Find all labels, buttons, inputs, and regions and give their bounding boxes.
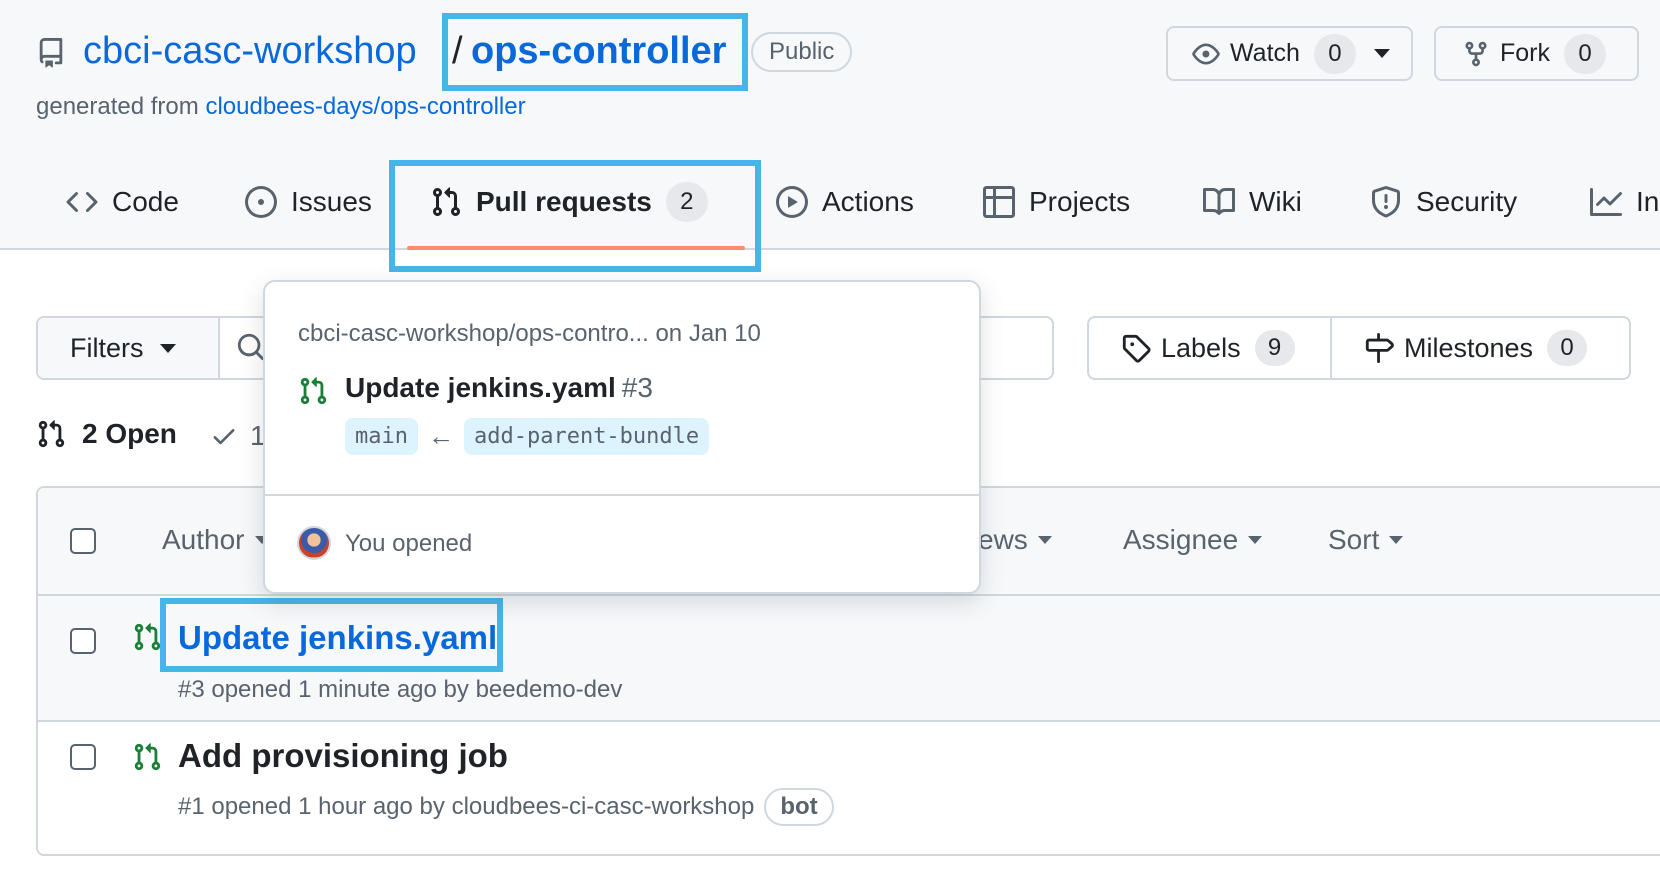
open-prs-tab[interactable]: 2 Open: [36, 418, 177, 450]
visibility-badge: Public: [751, 32, 853, 72]
author-filter[interactable]: Author: [162, 524, 269, 556]
tab-projects-label: Projects: [1029, 186, 1131, 217]
pr-meta: #3 opened 1 minute ago by beedemo-dev: [178, 676, 622, 704]
repo-icon: [39, 38, 63, 68]
check-icon: [213, 429, 235, 445]
assignee-filter-label: Assignee: [1123, 524, 1239, 555]
hovercard-footer: You opened: [345, 530, 473, 557]
tab-projects[interactable]: Projects: [983, 176, 1130, 228]
hovercard-divider: [265, 494, 979, 496]
tab-issues[interactable]: Issues: [245, 176, 372, 228]
avatar: [297, 526, 331, 560]
chevron-down-icon: [1037, 536, 1052, 544]
highlight-box-repo-name: [442, 13, 748, 91]
open-pull-request-icon: [300, 377, 327, 405]
eye-icon: [1192, 43, 1220, 64]
table-row: Add provisioning job #1 opened 1 hour ag…: [38, 724, 1660, 850]
tab-security[interactable]: Security: [1370, 176, 1517, 228]
fork-count: 0: [1564, 33, 1606, 74]
tag-icon: [1122, 334, 1151, 363]
open-pull-request-icon: [134, 623, 161, 651]
arrow-left-icon: ←: [427, 421, 454, 451]
labels-milestones-group: Labels 9 Milestones 0: [1087, 316, 1631, 380]
watch-button[interactable]: Watch 0: [1166, 26, 1413, 81]
closed-prs-tab[interactable]: 1: [210, 420, 266, 452]
fork-button[interactable]: Fork 0: [1434, 26, 1639, 81]
tab-wiki[interactable]: Wiki: [1203, 176, 1302, 228]
author-filter-label: Author: [162, 524, 245, 555]
tab-wiki-label: Wiki: [1249, 186, 1302, 217]
chevron-down-icon: [1389, 536, 1404, 544]
milestone-icon: [1365, 333, 1394, 363]
select-all-checkbox[interactable]: [70, 528, 96, 554]
row-checkbox[interactable]: [70, 628, 96, 654]
fork-label: Fork: [1500, 39, 1550, 67]
repo-owner-link[interactable]: cbci-casc-workshop: [83, 26, 417, 76]
hovercard-repo-line: cbci-casc-workshop/ops-contro... on Jan …: [298, 320, 761, 347]
generated-from-label: generated from: [36, 93, 199, 120]
highlight-box-pull-requests-tab: [389, 160, 761, 272]
watch-label: Watch: [1230, 39, 1300, 67]
base-branch[interactable]: main: [345, 418, 418, 455]
code-icon: [66, 191, 98, 213]
hovercard-title[interactable]: Update jenkins.yaml #3: [345, 372, 653, 404]
milestones-count: 0: [1547, 330, 1588, 366]
tab-insights[interactable]: In: [1590, 176, 1659, 228]
search-icon: [237, 333, 265, 361]
watch-count: 0: [1313, 33, 1356, 74]
branch-refs: main ← add-parent-bundle: [345, 418, 710, 455]
chevron-down-icon: [1248, 536, 1263, 544]
hovercard-title-text: Update jenkins.yaml: [345, 372, 616, 403]
tab-code[interactable]: Code: [66, 176, 179, 228]
pr-meta-text: #3 opened 1 minute ago by beedemo-dev: [178, 676, 623, 703]
book-icon: [1203, 187, 1235, 215]
shield-icon: [1372, 186, 1400, 218]
pull-request-icon: [38, 420, 65, 448]
tab-insights-label: In: [1636, 186, 1660, 217]
head-branch[interactable]: add-parent-bundle: [463, 418, 710, 455]
labels-label: Labels: [1161, 332, 1241, 363]
milestones-label: Milestones: [1404, 332, 1534, 363]
tab-code-label: Code: [112, 186, 179, 217]
fork-icon: [1465, 41, 1487, 66]
pr-title-link[interactable]: Add provisioning job: [178, 734, 508, 778]
milestones-button[interactable]: Milestones 0: [1332, 318, 1629, 378]
tab-security-label: Security: [1416, 186, 1518, 217]
generated-from: generated from cloudbees-days/ops-contro…: [36, 92, 526, 122]
reviews-filter-label: ews: [978, 524, 1028, 555]
tab-actions-label: Actions: [822, 186, 914, 217]
highlight-box-pr-title: [160, 598, 503, 672]
tab-actions[interactable]: Actions: [776, 176, 914, 228]
reviews-filter[interactable]: ews: [978, 524, 1052, 556]
assignee-filter[interactable]: Assignee: [1123, 524, 1263, 556]
pr-meta-text: #1 opened 1 hour ago by cloudbees-ci-cas…: [178, 793, 755, 820]
graph-icon: [1590, 188, 1622, 216]
tab-issues-label: Issues: [291, 186, 372, 217]
labels-count: 9: [1254, 330, 1295, 366]
play-icon: [776, 186, 808, 218]
open-pull-request-icon: [134, 743, 161, 771]
pr-hovercard: cbci-casc-workshop/ops-contro... on Jan …: [263, 280, 981, 594]
issue-icon: [245, 186, 277, 218]
row-checkbox[interactable]: [70, 744, 96, 770]
repo-header: cbci-casc-workshop / ops-controller Publ…: [0, 0, 1660, 272]
pr-meta: #1 opened 1 hour ago by cloudbees-ci-cas…: [178, 788, 834, 826]
open-count-label: 2 Open: [82, 418, 177, 449]
filters-label: Filters: [70, 332, 144, 363]
bot-badge: bot: [764, 788, 834, 826]
labels-button[interactable]: Labels 9: [1089, 318, 1332, 378]
table-icon: [983, 186, 1015, 218]
chevron-down-icon[interactable]: [1373, 49, 1390, 58]
template-repo-link[interactable]: cloudbees-days/ops-controller: [205, 93, 525, 120]
sort-label: Sort: [1328, 524, 1380, 555]
filters-button[interactable]: Filters: [38, 318, 220, 378]
chevron-down-icon: [159, 343, 176, 353]
hovercard-pr-number: #3: [621, 372, 653, 403]
sort-dropdown[interactable]: Sort: [1328, 524, 1404, 556]
